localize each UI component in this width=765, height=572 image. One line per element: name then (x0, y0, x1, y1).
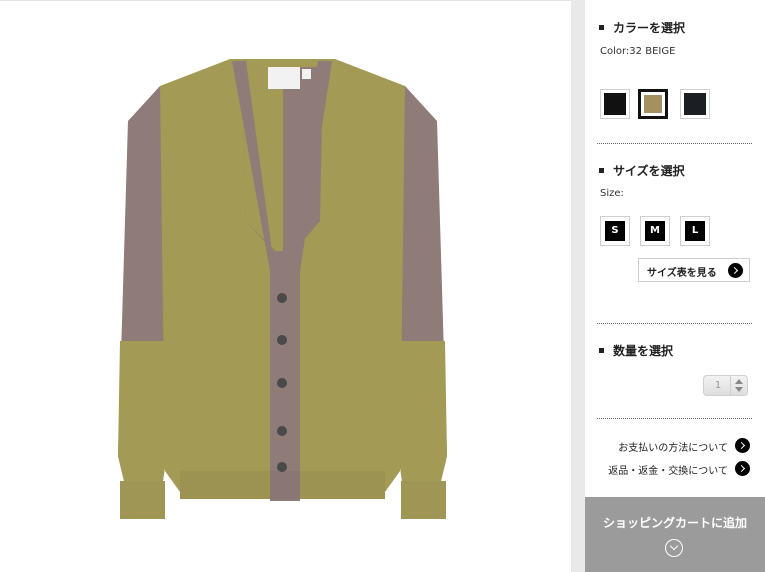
add-to-cart-button[interactable]: ショッピングカートに追加 (585, 497, 765, 572)
button-2 (277, 335, 287, 345)
swatch-beige[interactable] (638, 89, 668, 119)
color-section-title: カラーを選択 (599, 19, 685, 36)
quantity-spinner[interactable] (730, 376, 747, 395)
arrow-down-icon (735, 387, 743, 392)
cardigan-image (118, 59, 447, 519)
swatch-beige-fill (644, 95, 662, 113)
quantity-section-title: 数量を選択 (599, 342, 673, 359)
size-tag (302, 69, 311, 79)
payment-info-link[interactable]: お支払いの方法について (600, 438, 750, 454)
add-to-cart-label: ショッピングカートに追加 (602, 516, 747, 530)
size-chart-label: サイズ表を見る (647, 268, 717, 279)
square-bullet-icon (599, 348, 604, 353)
swatch-black[interactable] (600, 89, 630, 119)
button-4 (277, 426, 287, 436)
size-button-m[interactable]: M (640, 216, 670, 246)
placket-hem (270, 471, 300, 499)
button-5 (277, 462, 287, 472)
swatch-navy[interactable] (680, 89, 710, 119)
button-1 (277, 293, 287, 303)
chevron-right-icon (735, 461, 750, 476)
swatch-black-fill (604, 93, 626, 115)
size-button-l[interactable]: L (680, 216, 710, 246)
size-current-label: Size: (600, 188, 624, 199)
product-image-area (0, 1, 571, 572)
chevron-right-icon (735, 438, 750, 453)
swatch-navy-fill (684, 93, 706, 115)
arrow-up-icon (735, 379, 743, 384)
cuff-left (120, 481, 165, 519)
square-bullet-icon (599, 168, 604, 173)
size-section-title: サイズを選択 (599, 162, 685, 179)
quantity-value: 1 (714, 380, 722, 391)
color-current-label: Color:32 BEIGE (600, 46, 676, 57)
option-panel: カラーを選択 Color:32 BEIGE サイズを選択 Size: S M L… (585, 0, 765, 572)
dotted-divider (597, 323, 752, 324)
label-tag (268, 67, 300, 89)
square-bullet-icon (599, 25, 604, 30)
dotted-divider (597, 418, 752, 419)
chevron-down-icon (665, 539, 683, 557)
returns-info-link[interactable]: 返品・返金・交換について (600, 461, 750, 477)
size-button-s[interactable]: S (600, 216, 630, 246)
quantity-stepper[interactable]: 1 (703, 375, 748, 396)
size-chart-button[interactable]: サイズ表を見る (638, 258, 750, 282)
dotted-divider (597, 143, 752, 144)
panel-divider (571, 0, 585, 572)
payment-info-label: お支払いの方法について (618, 443, 728, 454)
chevron-right-icon (728, 263, 743, 278)
button-3 (277, 378, 287, 388)
returns-info-label: 返品・返金・交換について (608, 466, 728, 477)
cuff-right (401, 481, 446, 519)
